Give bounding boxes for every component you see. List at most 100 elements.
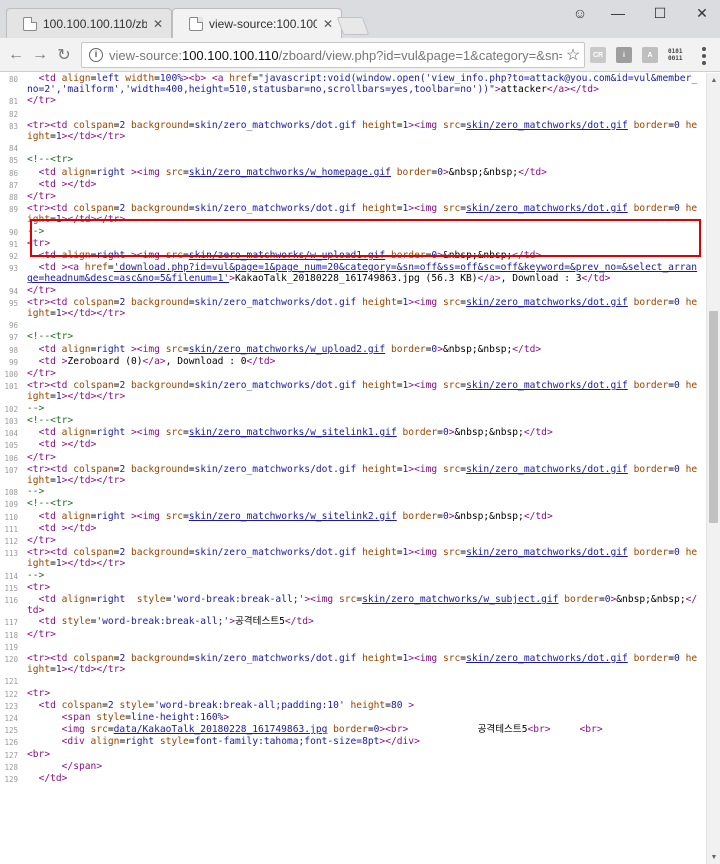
source-line: 105 <td ></td>: [0, 439, 706, 451]
line-number: 126: [4, 738, 18, 748]
source-line: 102 -->: [0, 403, 706, 415]
line-number: 129: [4, 774, 18, 784]
line-number: 112: [4, 536, 18, 546]
line-number: 86: [8, 168, 18, 178]
source-line: 123 <td colspan=2 style='word-break:brea…: [0, 700, 706, 712]
source-line: 97 <!--<tr>: [0, 331, 706, 343]
source-code-text: <tr><td colspan=2 background=skin/zero_m…: [27, 652, 698, 676]
vertical-scrollbar[interactable]: ▲ ▼: [706, 73, 720, 864]
scroll-thumb[interactable]: [709, 311, 718, 523]
line-number: 102: [4, 404, 18, 414]
source-view[interactable]: 80 <td align=left width=100%><b> <a href…: [0, 73, 706, 864]
reload-button[interactable]: ↻: [52, 43, 76, 67]
tab-title: view-source:100.100.100: [209, 16, 317, 31]
source-code-text: <td >Zeroboard (0)</a>, Download : 0</td…: [38, 355, 276, 367]
page-icon: [23, 16, 37, 31]
close-icon[interactable]: ✕: [321, 17, 335, 31]
source-line: 111 <td ></td>: [0, 523, 706, 535]
scroll-down-icon[interactable]: ▼: [707, 850, 720, 864]
source-code-text: <tr><td colspan=2 background=skin/zero_m…: [27, 463, 698, 486]
source-code-text: [22, 641, 702, 652]
source-line: 120 <tr><td colspan=2 background=skin/zer…: [0, 653, 706, 675]
source-line: 80 <td align=left width=100%><b> <a href…: [0, 73, 706, 95]
line-number: 127: [4, 750, 18, 760]
source-line: 103 <!--<tr>: [0, 415, 706, 427]
source-code-text: <td align=right style='word-break:break-…: [27, 593, 698, 617]
line-number: 101: [4, 382, 18, 392]
line-number: 99: [8, 357, 18, 367]
menu-icon[interactable]: [696, 47, 712, 65]
bookmark-star-icon[interactable]: ☆: [562, 45, 584, 65]
profile-icon[interactable]: ☺: [562, 0, 598, 26]
source-line: 128 </span>: [0, 761, 706, 773]
source-code-text: <!--<tr>: [27, 154, 74, 166]
line-number: 115: [4, 583, 18, 593]
info-icon[interactable]: i: [89, 48, 103, 62]
scroll-up-icon[interactable]: ▲: [707, 73, 720, 87]
tab-strip: 100.100.100.110/zboard/ ✕ view-source:10…: [0, 0, 720, 38]
source-code-text: <td align=right ><img src=skin/zero_matc…: [38, 427, 553, 439]
source-code-text: <img src=data/KakaoTalk_20180228_1617498…: [61, 724, 603, 736]
line-number: 80: [8, 75, 18, 84]
source-line: 101 <tr><td colspan=2 background=skin/zer…: [0, 380, 706, 402]
tab-view-source[interactable]: view-source:100.100.100 ✕: [172, 8, 342, 38]
source-code-text: <!--<tr>: [27, 414, 74, 426]
line-number: 124: [4, 713, 18, 723]
line-number: 116: [4, 595, 18, 605]
source-line: 104 <td align=right ><img src=skin/zero_…: [0, 427, 706, 439]
line-number: 107: [4, 465, 18, 475]
extension-info-icon[interactable]: i: [616, 47, 632, 63]
source-line: 122 <tr>: [0, 688, 706, 700]
source-line: 81 </tr>: [0, 95, 706, 107]
line-number: 121: [4, 677, 18, 687]
line-number: 108: [4, 488, 18, 498]
source-line: 117 <td style='word-break:break-all;'>공격…: [0, 616, 706, 628]
source-line: 92 <td align=right ><img src=skin/zero_m…: [0, 250, 706, 262]
source-line: 98 <td align=right ><img src=skin/zero_m…: [0, 344, 706, 356]
source-line: 107 <tr><td colspan=2 background=skin/zer…: [0, 464, 706, 486]
source-code-text: <br>: [27, 748, 51, 760]
extension-pdf-icon[interactable]: A: [642, 47, 658, 63]
address-bar[interactable]: i view-source:100.100.100.110/zboard/vie…: [81, 42, 585, 68]
tab-zboard[interactable]: 100.100.100.110/zboard/ ✕: [6, 8, 172, 38]
url-text[interactable]: view-source:100.100.100.110/zboard/view.…: [109, 48, 562, 63]
source-code-text: <td align=right ><img src=skin/zero_matc…: [38, 510, 553, 522]
line-number: 98: [8, 345, 18, 355]
source-code-text: <td ></td>: [38, 439, 97, 451]
source-code-text: <tr><td colspan=2 background=skin/zero_m…: [27, 203, 698, 226]
line-number: 97: [8, 333, 18, 343]
source-line: 108 -->: [0, 486, 706, 498]
source-code-text: <td ><a href='download.php?id=vul&page=1…: [27, 262, 698, 285]
source-code-text: </tr>: [27, 534, 56, 546]
source-line: 85 <!--<tr>: [0, 154, 706, 166]
source-code-text: -->: [27, 225, 45, 237]
extension-binary-icon[interactable]: 0101 0011: [668, 47, 684, 63]
extension-icon[interactable]: CR: [590, 47, 606, 63]
source-code-text: <td ></td>: [38, 522, 97, 534]
source-line: 83 <tr><td colspan=2 background=skin/zero…: [0, 120, 706, 142]
source-line: 118 </tr>: [0, 629, 706, 641]
line-number: 122: [4, 689, 18, 699]
back-button[interactable]: ←: [4, 43, 28, 67]
source-line: 121: [0, 675, 706, 687]
source-code-text: </tr>: [27, 284, 56, 296]
source-code-text: <tr><td colspan=2 background=skin/zero_m…: [27, 547, 698, 570]
line-number: 110: [4, 512, 18, 522]
source-line: 114 -->: [0, 570, 706, 582]
forward-button[interactable]: →: [28, 43, 52, 67]
close-window-button[interactable]: ✕: [684, 0, 720, 26]
source-line: 112 </tr>: [0, 535, 706, 547]
maximize-button[interactable]: ☐: [642, 0, 678, 26]
line-number: 118: [4, 630, 18, 640]
line-number: 100: [4, 370, 18, 380]
source-line: 119: [0, 641, 706, 653]
line-number: 123: [4, 701, 18, 711]
source-line: 113 <tr><td colspan=2 background=skin/zer…: [0, 547, 706, 569]
source-code-text: <td colspan=2 style='word-break:break-al…: [38, 699, 415, 711]
new-tab-button[interactable]: [336, 17, 370, 35]
source-code-text: </tr>: [27, 451, 56, 463]
line-number: 90: [8, 227, 18, 237]
minimize-button[interactable]: —: [600, 0, 636, 26]
line-number: 106: [4, 453, 18, 463]
close-icon[interactable]: ✕: [151, 17, 165, 31]
